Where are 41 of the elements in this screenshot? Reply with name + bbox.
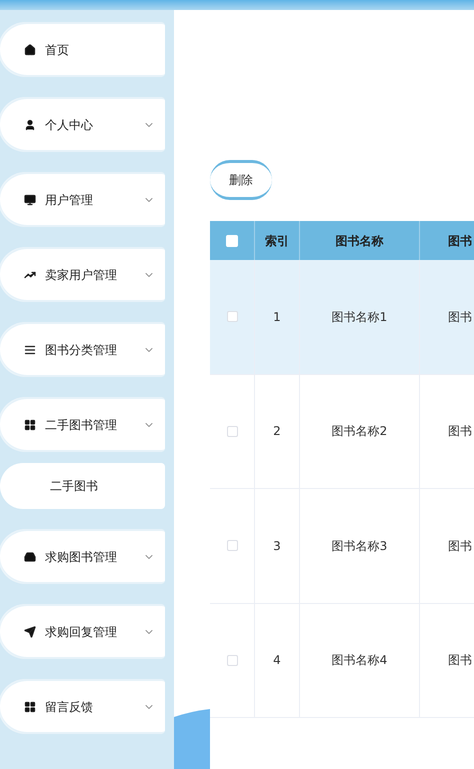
tray-icon: [24, 550, 36, 562]
table-cell: 图书名称3: [300, 489, 420, 602]
table-cell: 3: [255, 489, 300, 602]
grid-icon: [24, 418, 36, 430]
menu-item[interactable]: 图书分类管理: [0, 322, 165, 377]
table-cell: 1: [255, 260, 300, 374]
menu-item[interactable]: 用户管理: [0, 172, 165, 227]
menu-item[interactable]: 个人中心: [0, 97, 165, 152]
table-cell-text: 图书: [447, 308, 473, 326]
table-cell: 图书名称2: [300, 374, 420, 488]
menu-item[interactable]: 首页: [0, 22, 165, 77]
checkbox[interactable]: [226, 426, 238, 437]
menu-item[interactable]: 留言反馈: [0, 679, 165, 734]
table-cell: 2: [255, 374, 300, 488]
table-cell-text: 图书: [447, 652, 473, 670]
table-cell: 图书名称4: [300, 604, 420, 717]
table-row[interactable]: 1 图书名称1 图书: [210, 260, 474, 374]
checkbox[interactable]: [226, 654, 238, 666]
menu-item[interactable]: 求购图书管理: [0, 529, 165, 584]
table-cell-text: 图书: [447, 423, 473, 440]
background-wave-drawing: [174, 709, 210, 769]
table-row[interactable]: 3 图书名称3 图书: [210, 489, 474, 604]
grid-icon: [24, 700, 36, 712]
table-cell: 4: [255, 604, 300, 717]
list-icon: [24, 344, 36, 356]
submenu-item[interactable]: 二手图书: [0, 463, 165, 509]
table-cell: 图书名称1: [300, 260, 420, 374]
checkbox[interactable]: [226, 311, 238, 322]
delete-button[interactable]: 删除: [210, 160, 272, 200]
table-row[interactable]: 2 图书名称2 图书: [210, 374, 474, 489]
checkbox[interactable]: [226, 540, 238, 552]
menu-item[interactable]: 求购回复管理: [0, 604, 165, 659]
user-icon: [24, 118, 36, 130]
send-icon: [24, 626, 36, 638]
menu-item[interactable]: 卖家用户管理: [0, 247, 165, 302]
table-row[interactable]: 4 图书名称4 图书: [210, 604, 474, 718]
table-cell-text: 图书: [447, 538, 473, 555]
monitor-icon: [24, 194, 36, 206]
menu-item[interactable]: 二手图书管理: [0, 397, 165, 452]
home-icon: [24, 44, 36, 56]
column-header: 图书: [447, 232, 473, 250]
